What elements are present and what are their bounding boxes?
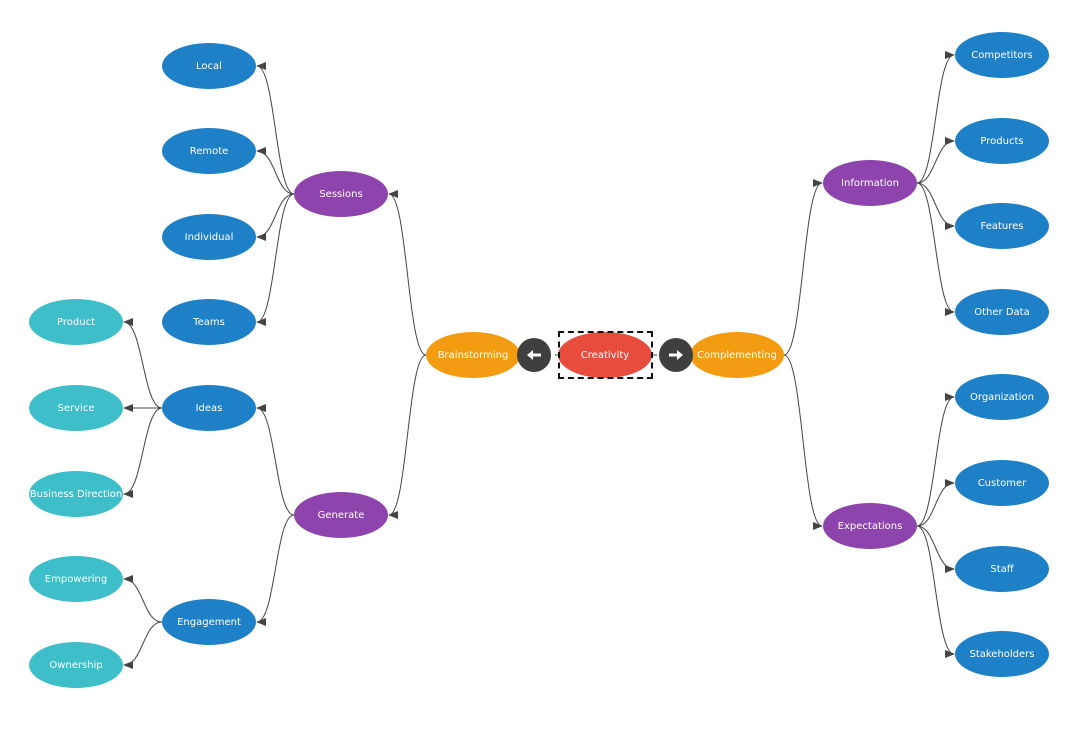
node-label: Products: [980, 135, 1024, 147]
node-label: Creativity: [580, 349, 630, 361]
node-label: Product: [57, 316, 95, 328]
node-product[interactable]: Product: [29, 299, 123, 345]
node-complementing[interactable]: Complementing: [690, 332, 784, 378]
node-label: Expectations: [837, 520, 903, 532]
node-label: Generate: [317, 509, 365, 521]
connector-sessions-local: [256, 62, 295, 195]
node-sessions[interactable]: Sessions: [294, 171, 388, 217]
connector-sessions-remote: [256, 147, 295, 195]
node-customer[interactable]: Customer: [955, 460, 1049, 506]
connector-information-products: [916, 137, 955, 184]
node-engagement[interactable]: Engagement: [162, 599, 256, 645]
node-label: Information: [841, 177, 899, 189]
node-label: Competitors: [971, 49, 1033, 61]
node-label: Service: [57, 402, 95, 414]
node-label: Organization: [970, 391, 1034, 403]
connector-expectations-organization: [916, 393, 955, 527]
node-ownership[interactable]: Ownership: [29, 642, 123, 688]
node-staff[interactable]: Staff: [955, 546, 1049, 592]
node-features[interactable]: Features: [955, 203, 1049, 249]
node-label: Stakeholders: [969, 648, 1035, 660]
node-label: Features: [980, 220, 1024, 232]
connector-complementing-information: [783, 179, 823, 356]
arrow-right-icon: [669, 350, 683, 360]
connector-expectations-staff: [916, 525, 955, 573]
node-information[interactable]: Information: [823, 160, 917, 206]
node-individual[interactable]: Individual: [162, 214, 256, 260]
connector-expectations-stakeholders: [916, 525, 955, 658]
node-label: Business Direction: [29, 488, 123, 500]
connector-information-competitors: [916, 51, 955, 184]
node-other-data[interactable]: Other Data: [955, 289, 1049, 335]
node-service[interactable]: Service: [29, 385, 123, 431]
node-label: Individual: [184, 231, 234, 243]
connector-complementing-expectations: [783, 354, 823, 530]
connector-expectations-customer: [916, 479, 955, 527]
node-brainstorming[interactable]: Brainstorming: [426, 332, 520, 378]
node-label: Staff: [990, 563, 1014, 575]
node-creativity[interactable]: Creativity: [558, 332, 652, 378]
node-teams[interactable]: Teams: [162, 299, 256, 345]
connector-sessions-individual: [256, 193, 295, 241]
node-label: Teams: [193, 316, 225, 328]
node-label: Other Data: [974, 306, 1030, 318]
connector-information-features: [916, 182, 955, 230]
node-business-direction[interactable]: Business Direction: [29, 471, 123, 517]
node-stakeholders[interactable]: Stakeholders: [955, 631, 1049, 677]
node-label: Empowering: [44, 573, 108, 585]
node-label: Sessions: [319, 188, 363, 200]
node-products[interactable]: Products: [955, 118, 1049, 164]
node-label: Ownership: [49, 659, 103, 671]
connector-generate-ideas: [256, 404, 295, 516]
node-label: Customer: [977, 477, 1027, 489]
connector-information-other-data: [916, 182, 955, 316]
connector-ideas-product: [123, 318, 163, 409]
node-label: Complementing: [697, 349, 777, 361]
node-label: Engagement: [177, 616, 241, 628]
node-expectations[interactable]: Expectations: [823, 503, 917, 549]
arrow-left-icon: [527, 350, 541, 360]
expand-right-button[interactable]: [659, 338, 693, 372]
node-label: Local: [196, 60, 222, 72]
node-label: Remote: [189, 145, 229, 157]
node-label: Ideas: [195, 402, 223, 414]
connector-engagement-empowering: [123, 575, 163, 623]
node-empowering[interactable]: Empowering: [29, 556, 123, 602]
connector-engagement-ownership: [123, 621, 163, 669]
connector-brainstorming-sessions: [388, 190, 427, 356]
node-organization[interactable]: Organization: [955, 374, 1049, 420]
connector-generate-engagement: [256, 514, 295, 626]
node-competitors[interactable]: Competitors: [955, 32, 1049, 78]
diagram-canvas[interactable]: Brainstorming Complementing Sessions Genera…: [0, 0, 1076, 743]
node-label: Brainstorming: [437, 349, 509, 361]
node-local[interactable]: Local: [162, 43, 256, 89]
expand-left-button[interactable]: [517, 338, 551, 372]
node-ideas[interactable]: Ideas: [162, 385, 256, 431]
connector-sessions-teams: [256, 193, 295, 326]
node-generate[interactable]: Generate: [294, 492, 388, 538]
connector-brainstorming-generate: [388, 354, 427, 519]
node-remote[interactable]: Remote: [162, 128, 256, 174]
connector-ideas-business-direction: [123, 407, 163, 498]
